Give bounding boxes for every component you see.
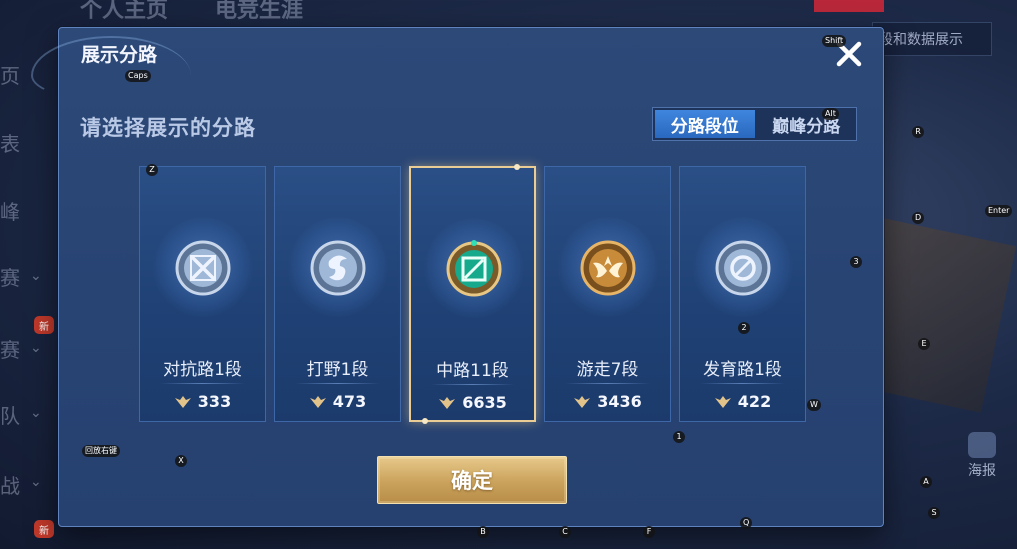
diamond-slash-icon [445,240,503,298]
chevron-down-icon: ⌄ [30,405,42,421]
lane-card-score: 3436 [545,392,670,411]
key-hint: Alt [822,108,839,120]
lane-display-dialog: 展示分路 请选择展示的分路 分路段位 巅峰分路 对抗路1段 333 打野1段 4… [31,27,884,527]
new-badge: 新 [34,316,54,334]
target-icon [714,239,772,297]
dialog-title: 展示分路 [81,44,158,66]
rank-points-icon [309,395,326,408]
score-value: 6635 [462,393,507,412]
background-side-text: 战 [0,474,20,498]
background-side-text: 赛 [0,338,20,362]
background-red-badge [814,0,884,12]
wings-icon [579,239,637,297]
background-side-text: 赛 [0,266,20,290]
key-hint: C [559,526,571,538]
lane-card-label: 游走7段 [576,360,639,380]
background-tab-esports: 电竞生涯 [215,0,304,23]
key-hint: X [175,455,187,467]
chevron-down-icon: ⌄ [30,474,42,490]
lane-card-jungle[interactable]: 打野1段 473 [274,166,401,422]
lane-card-label: 中路11段 [436,361,509,381]
poster-label: 海报 [968,463,996,479]
score-value: 3436 [597,392,642,411]
background-display-button[interactable]: 段和数据展示 [872,22,992,56]
rank-points-icon [574,395,591,408]
card-divider [295,383,380,384]
lane-card-label: 对抗路1段 [163,360,242,380]
card-divider [565,383,650,384]
background-side-text: 页 [0,64,20,88]
background-side-text: 峰 [0,200,20,224]
score-value: 473 [332,392,367,411]
poster-icon [968,432,996,458]
lane-card-score: 422 [680,392,805,411]
card-divider [700,383,785,384]
score-value: 422 [737,392,772,411]
selection-corner-dot [514,164,520,170]
rank-points-icon [714,395,731,408]
key-hint: Caps [125,70,151,82]
background-side-text: 表 [0,132,20,156]
score-value: 333 [197,392,232,411]
lane-card-score: 333 [140,392,265,411]
key-hint: W [807,399,821,411]
poster-button[interactable]: 海报 [958,432,1006,490]
background-tab-profile: 个人主页 [80,0,169,23]
key-hint: 回放右键 [82,445,120,457]
dragon-icon [309,239,367,297]
key-hint: 1 [673,431,685,443]
key-hint: 3 [850,256,862,268]
lane-card-mid[interactable]: 中路11段 6635 [409,164,536,424]
key-hint: Shift [822,35,847,47]
key-hint: S [928,507,940,519]
key-hint: B [477,526,489,538]
lane-card-label: 发育路1段 [703,360,782,380]
card-divider [160,383,245,384]
background-side-text: 队 [0,404,20,428]
key-hint: Z [146,164,158,176]
lane-card-clash[interactable]: 对抗路1段 333 [139,166,266,422]
key-hint: R [912,126,924,138]
lane-card-roam[interactable]: 游走7段 3436 [544,166,671,422]
key-hint: A [920,476,932,488]
lane-card-score: 6635 [411,393,534,412]
confirm-button[interactable]: 确定 [377,456,567,504]
rank-points-icon [439,396,456,409]
crossed-swords-icon [174,239,232,297]
chevron-down-icon: ⌄ [30,340,42,356]
selection-corner-dot [422,418,428,424]
lane-card-label: 打野1段 [306,360,369,380]
key-hint: Enter [985,205,1013,217]
new-badge: 新 [34,520,54,538]
card-divider [431,384,514,385]
key-hint: 2 [738,322,750,334]
dialog-subtitle: 请选择展示的分路 [80,116,256,140]
chevron-down-icon: ⌄ [30,268,42,284]
lane-card-farm[interactable]: 发育路1段 422 [679,166,806,422]
rank-points-icon [174,395,191,408]
key-hint: E [918,338,930,350]
lane-card-score: 473 [275,392,400,411]
toggle-peak-lane[interactable]: 巅峰分路 [757,108,857,140]
toggle-lane-rank[interactable]: 分路段位 [655,110,755,138]
key-hint: F [643,526,655,538]
